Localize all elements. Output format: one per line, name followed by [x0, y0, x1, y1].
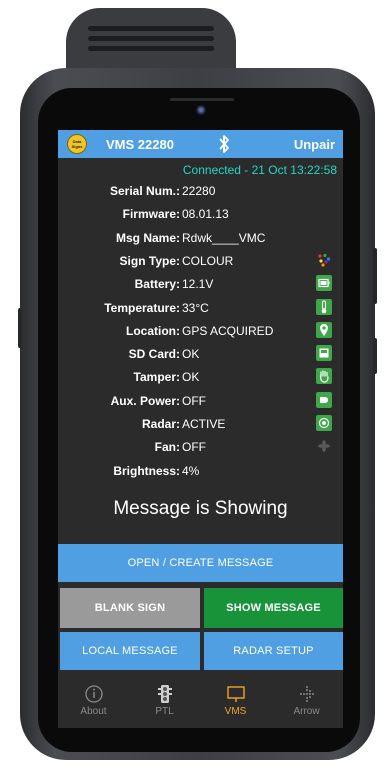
side-button — [18, 308, 22, 348]
nav-label: VMS — [224, 706, 247, 717]
detail-value: OK — [182, 347, 200, 362]
detail-label: Sign Type: — [119, 253, 180, 268]
radar-setup-button[interactable]: RADAR SETUP — [204, 632, 343, 670]
nav-label: PTL — [155, 706, 174, 717]
bottom-nav: About PTL VMS Arrow — [58, 676, 343, 728]
detail-row: Firmware: 08.01.13 — [58, 205, 343, 223]
detail-row: Fan: OFF — [58, 438, 343, 456]
detail-value: Rdwk____VMC — [182, 230, 266, 245]
power-button — [373, 338, 377, 374]
detail-row: Temperature: 33°C — [58, 298, 343, 317]
arrow-board-icon — [299, 686, 314, 702]
detail-row: Serial Num.: 22280 — [58, 182, 343, 200]
unpair-button[interactable]: Unpair — [294, 137, 335, 152]
detail-value: GPS ACQUIRED — [182, 323, 274, 338]
detail-value: OK — [182, 370, 200, 385]
radar-icon — [316, 415, 332, 431]
nav-vms[interactable]: VMS — [200, 676, 271, 728]
detail-label: Battery: — [134, 277, 180, 292]
detail-label: Aux. Power: — [110, 393, 180, 408]
front-camera — [196, 105, 206, 115]
tamper-hand-icon — [316, 368, 332, 385]
detail-value: 08.01.13 — [182, 207, 229, 222]
sign-board-icon — [226, 686, 245, 702]
location-pin-icon — [316, 321, 332, 338]
data-signs-logo: Data Signs — [67, 134, 87, 154]
sd-card-icon — [316, 345, 332, 362]
detail-value: COLOUR — [182, 253, 234, 268]
app-header: Data Signs VMS 22280 Unpair — [58, 130, 343, 158]
nav-label: About — [80, 706, 107, 717]
thermometer-icon — [316, 298, 332, 315]
detail-row: SD Card: OK — [58, 345, 343, 363]
detail-value: 33°C — [182, 300, 209, 315]
detail-label: Tamper: — [133, 370, 180, 385]
app-screen: Data Signs VMS 22280 Unpair Connected - … — [58, 130, 343, 728]
show-message-button[interactable]: SHOW MESSAGE — [204, 588, 343, 628]
detail-label: Brightness: — [113, 463, 180, 478]
detail-row: Radar: ACTIVE — [58, 415, 343, 433]
fan-icon — [316, 438, 332, 454]
local-message-button[interactable]: LOCAL MESSAGE — [60, 632, 200, 670]
detail-value: 22280 — [182, 184, 216, 198]
detail-label: Firmware: — [122, 207, 180, 222]
nav-about[interactable]: About — [58, 676, 129, 728]
phone-device: Data Signs VMS 22280 Unpair Connected - … — [18, 8, 377, 760]
detail-row: Brightness: 4% — [58, 462, 343, 480]
traffic-light-icon — [157, 685, 172, 703]
device-title: VMS 22280 — [106, 137, 174, 152]
detail-row: Location: GPS ACQUIRED — [58, 321, 343, 340]
connection-status: Connected - 21 Oct 13:22:58 — [182, 163, 337, 177]
detail-value: 4% — [182, 463, 200, 478]
nav-ptl[interactable]: PTL — [129, 676, 200, 728]
aux-power-icon — [316, 391, 332, 408]
detail-label: Serial Num.: — [109, 184, 180, 198]
detail-label: Fan: — [154, 440, 180, 455]
detail-value: ACTIVE — [182, 417, 226, 431]
detail-row: Tamper: OK — [58, 368, 343, 386]
detail-label: Msg Name: — [115, 230, 180, 245]
colour-dots-icon — [316, 252, 332, 268]
blank-sign-button[interactable]: BLANK SIGN — [60, 588, 200, 628]
volume-button — [373, 248, 377, 304]
speaker-grille — [88, 36, 214, 41]
nav-label: Arrow — [293, 706, 320, 717]
detail-value: 12.1V — [182, 277, 214, 292]
detail-row: Sign Type: COLOUR — [58, 252, 343, 270]
bluetooth-icon — [219, 135, 229, 153]
detail-label: Temperature: — [104, 300, 180, 315]
info-icon — [84, 685, 103, 703]
detail-row: Battery: 12.1V — [58, 275, 343, 293]
open-create-message-button[interactable]: OPEN / CREATE MESSAGE — [58, 544, 343, 582]
detail-label: SD Card: — [128, 347, 180, 362]
detail-row: Aux. Power: OFF — [58, 391, 343, 410]
message-status: Message is Showing — [113, 498, 288, 519]
detail-value: OFF — [182, 440, 206, 455]
earpiece — [170, 98, 234, 101]
nav-arrow[interactable]: Arrow — [271, 676, 342, 728]
detail-value: OFF — [182, 393, 206, 408]
battery-icon — [316, 275, 332, 292]
speaker-grille — [88, 46, 214, 51]
speaker-grille — [88, 26, 214, 31]
detail-label: Radar: — [141, 417, 180, 431]
detail-row: Msg Name: Rdwk____VMC — [58, 229, 343, 247]
detail-label: Location: — [126, 323, 180, 338]
